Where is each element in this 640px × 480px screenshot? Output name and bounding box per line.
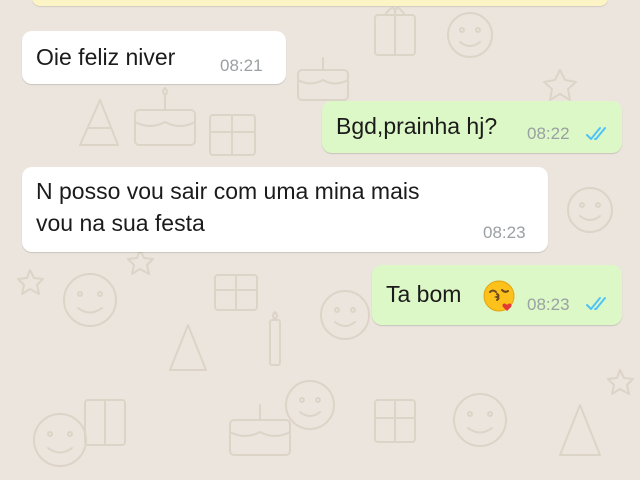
message-text-line: vou na sua festa bbox=[36, 210, 205, 236]
gift-doodle-icon bbox=[209, 114, 256, 156]
gift-doodle-icon bbox=[374, 399, 416, 443]
cake-doodle-icon bbox=[297, 57, 349, 101]
smiley-doodle-icon bbox=[567, 187, 613, 233]
message-timestamp: 08:23 bbox=[527, 295, 570, 314]
star-doodle-icon bbox=[17, 269, 44, 295]
gift-doodle-icon bbox=[374, 7, 416, 56]
message-text-line: N posso vou sair com uma mina mais bbox=[36, 178, 420, 204]
cake-doodle-icon bbox=[134, 87, 196, 146]
star-doodle-icon bbox=[543, 69, 577, 101]
smiley-doodle-icon bbox=[320, 290, 370, 340]
cake-doodle-icon bbox=[229, 404, 291, 456]
message-text: Oie feliz niver bbox=[36, 44, 176, 70]
message-text: Bgd,prainha hj? bbox=[336, 113, 498, 139]
previous-message-bubble bbox=[32, 0, 608, 6]
gift-doodle-icon bbox=[84, 399, 126, 446]
incoming-message-bubble[interactable]: Oie feliz niver 08:21 bbox=[22, 31, 286, 84]
message-timestamp: 08:22 bbox=[527, 124, 570, 143]
smiley-doodle-icon bbox=[453, 393, 507, 447]
outgoing-message-bubble[interactable]: Ta bom 08:23 bbox=[372, 265, 622, 325]
smiley-doodle-icon bbox=[63, 273, 117, 327]
party-hat-doodle-icon bbox=[169, 324, 207, 371]
party-hat-doodle-icon bbox=[79, 99, 119, 146]
star-doodle-icon bbox=[127, 249, 154, 275]
smiley-doodle-icon bbox=[33, 413, 87, 467]
read-double-check-icon bbox=[586, 127, 606, 140]
message-text: Ta bom bbox=[386, 281, 462, 307]
smiley-doodle-icon bbox=[285, 380, 335, 430]
message-timestamp: 08:21 bbox=[220, 56, 263, 75]
candle-doodle-icon bbox=[269, 311, 281, 366]
outgoing-message-bubble[interactable]: Bgd,prainha hj? 08:22 bbox=[322, 101, 622, 153]
read-double-check-icon bbox=[586, 297, 606, 310]
party-hat-doodle-icon bbox=[559, 404, 601, 456]
gift-doodle-icon bbox=[214, 274, 258, 311]
smiley-doodle-icon bbox=[447, 12, 493, 58]
face-blowing-kiss-emoji bbox=[483, 280, 515, 312]
message-timestamp: 08:23 bbox=[483, 223, 526, 242]
star-doodle-icon bbox=[607, 369, 634, 395]
incoming-message-bubble[interactable]: N posso vou sair com uma mina mais vou n… bbox=[22, 167, 548, 252]
